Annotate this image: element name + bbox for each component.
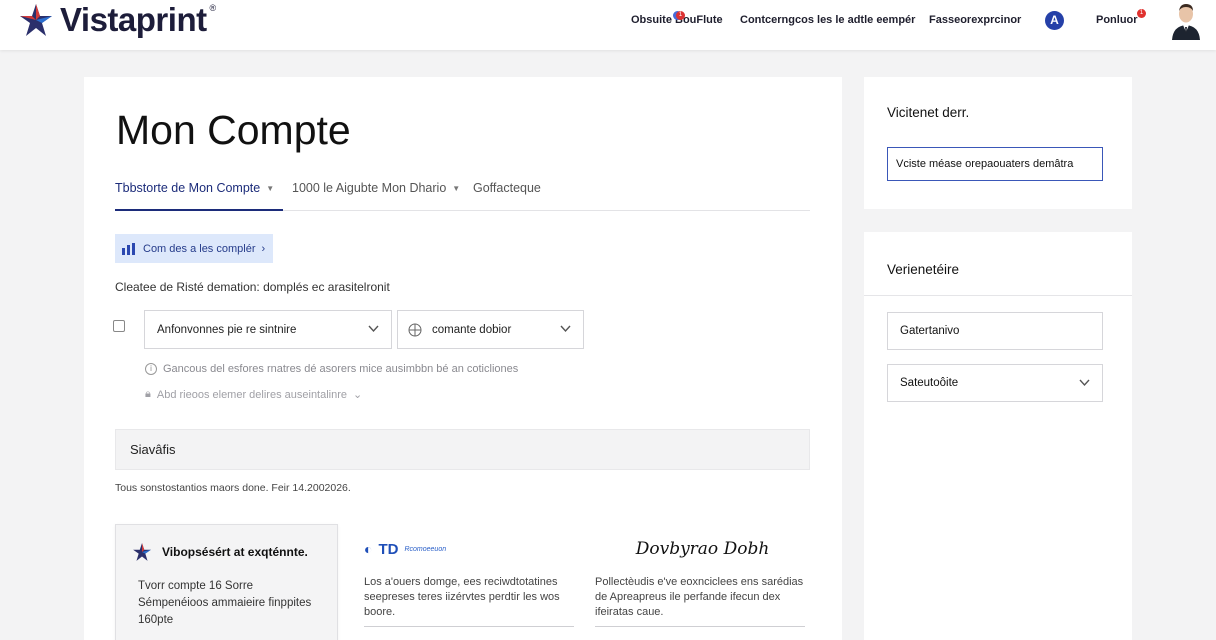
dropdown-select-2[interactable]: comante dobior	[397, 310, 584, 349]
vistaprint-logo[interactable]: Vistaprint ®	[18, 0, 216, 40]
side-card-title: Verienetéire	[887, 262, 960, 277]
info-line: Cleatee de Risté demation: domplés ec ar…	[115, 280, 390, 294]
hint-line-2[interactable]: 🔒︎ Abd rieoos elemer delires auseintalin…	[145, 388, 362, 401]
tab-third[interactable]: Goffacteque	[473, 181, 541, 195]
chevron-down-icon: ▼	[452, 184, 461, 194]
promo-card[interactable]: Vibopsésért at exqténnte. Tvorr compte 1…	[115, 524, 338, 640]
divider	[364, 626, 574, 627]
chevron-right-icon: ›	[261, 242, 266, 255]
side-card-title: Vicitenet derr.	[887, 105, 970, 120]
chevron-down-icon: ⌄	[353, 389, 363, 401]
globe-icon	[408, 323, 422, 336]
user-avatar-icon[interactable]	[1169, 2, 1203, 40]
partner-column-2: Dovbyrao Dobh Pollectèudis e've eoxncicl…	[595, 537, 810, 627]
partner-column-1: ◐ TD Rcomoeeuon Los a'ouers domge, ees r…	[364, 537, 579, 627]
signature-logo: Dovbyrao Dobh	[635, 539, 770, 559]
chevron-down-icon	[1079, 379, 1090, 387]
side-card-visit: Vicitenet derr. Vciste méase orepaouater…	[864, 77, 1132, 209]
visit-button[interactable]: Vciste méase orepaouaters demâtra	[887, 147, 1103, 181]
lock-icon: 🔒︎	[145, 388, 151, 400]
partner-text-2: Pollectèudis e've eoxnciclees ens sarédi…	[595, 576, 804, 618]
promo-header: Vibopsésért at exqténnte.	[132, 542, 308, 562]
chart-icon	[122, 242, 135, 255]
nav-4-badge: 1	[1137, 9, 1146, 18]
select-checkbox[interactable]	[113, 320, 125, 332]
promo-body: Tvorr compte 16 Sorre Sémpenéioos ammaie…	[138, 580, 312, 626]
star-logo-icon	[133, 543, 151, 561]
tab-account-overview[interactable]: Tbbstorte de Mon Compte ▼	[115, 181, 283, 211]
account-main-card: Mon Compte Tbbstorte de Mon Compte ▼ 1000…	[84, 77, 842, 640]
partner-logo-1: ◐ TD Rcomoeeuon	[364, 540, 447, 558]
info-icon: i	[145, 363, 157, 375]
nav-link-2[interactable]: Contcerngcos les le adtle eempér	[740, 14, 915, 26]
dropdown-field[interactable]: Sateutoôite	[887, 364, 1103, 402]
footnote: Tous sonstostantios maors done. Feir 14.…	[115, 482, 351, 494]
shield-icon: ◐	[364, 541, 373, 557]
top-navigation-bar: Vistaprint ® Obsuite BouFlute 1 Contcerng…	[0, 0, 1216, 50]
side-card-filters: Verienetéire Gatertanivo Sateutoôite	[864, 232, 1132, 640]
divider	[595, 626, 805, 627]
divider	[864, 295, 1132, 296]
section-bar[interactable]: Siavâfis	[115, 429, 810, 470]
account-link-pill[interactable]: Com des a les complér ›	[115, 234, 273, 263]
chevron-down-icon	[368, 325, 379, 333]
partner-text-1: Los a'ouers domge, ees reciwdtotatines s…	[364, 576, 560, 618]
account-tabs: Tbbstorte de Mon Compte ▼ 1000 le Aigubte…	[115, 181, 810, 211]
account-initial-avatar[interactable]: A	[1045, 11, 1064, 30]
page-title: Mon Compte	[116, 107, 351, 153]
text-field[interactable]: Gatertanivo	[887, 312, 1103, 350]
chevron-down-icon: ▼	[266, 184, 275, 194]
nav-1-badge: 1	[676, 11, 685, 20]
dropdown-select-1[interactable]: Anfonvonnes pie re sintnire	[144, 310, 392, 349]
nav-link-4[interactable]: Ponluor	[1096, 14, 1138, 26]
star-logo-icon	[20, 4, 52, 36]
hint-line-1: i Gancous del esfores rnatres dé asorers…	[145, 363, 518, 375]
nav-link-3[interactable]: Fasseorexprcinor	[929, 14, 1021, 26]
chevron-down-icon	[560, 325, 571, 333]
tab-second[interactable]: 1000 le Aigubte Mon Dhario ▼	[292, 181, 460, 195]
brand-name: Vistaprint ®	[60, 1, 216, 38]
